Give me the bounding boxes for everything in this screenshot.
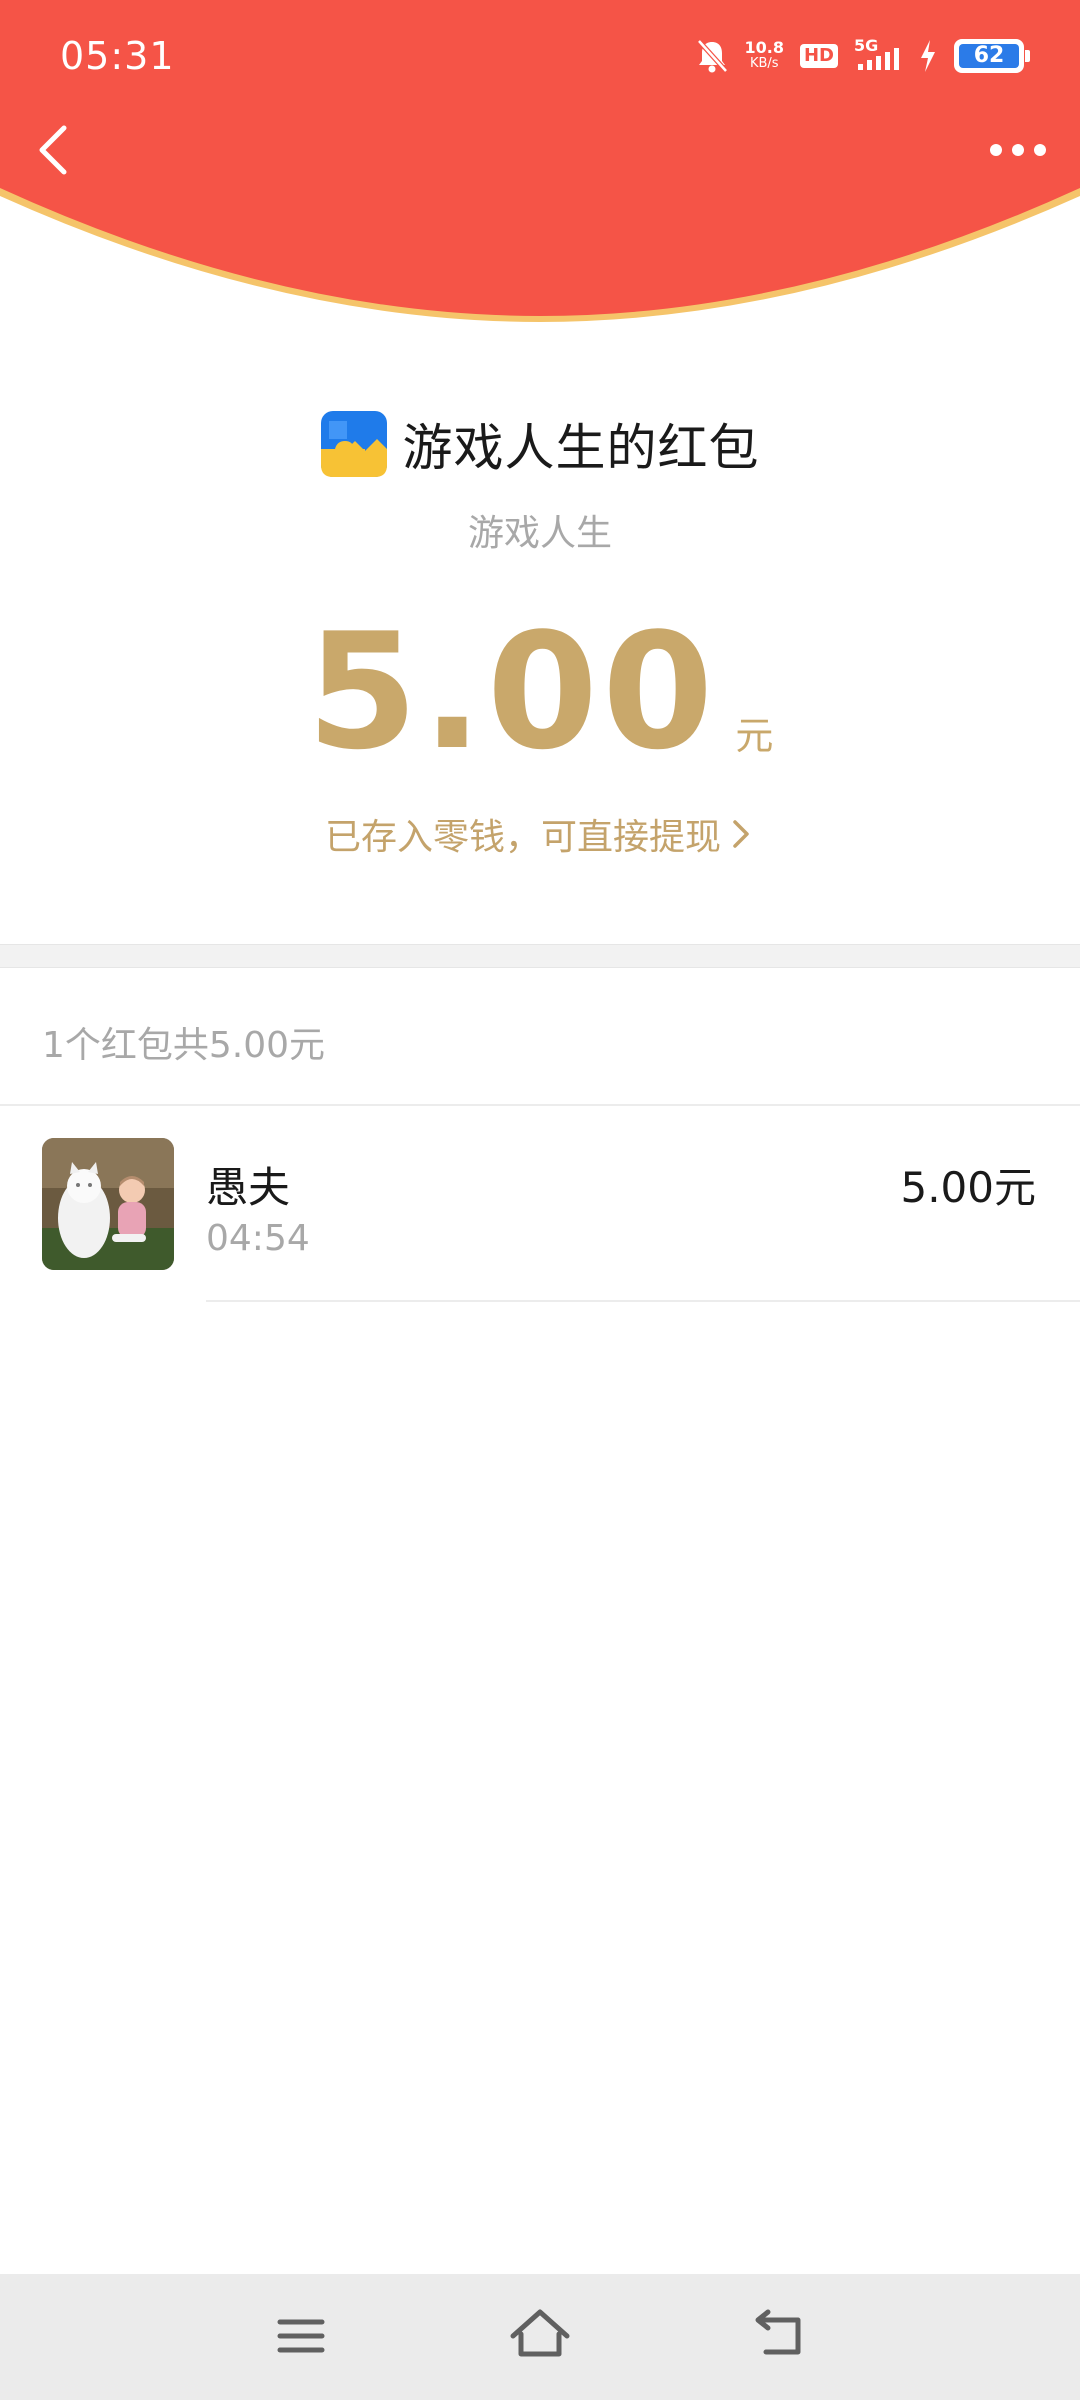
status-time: 05:31 bbox=[60, 34, 175, 78]
back-arrow-icon bbox=[39, 125, 67, 175]
network-speed: 10.8 KB/s bbox=[745, 40, 784, 72]
network-speed-value: 10.8 bbox=[744, 38, 784, 57]
status-icons: 10.8 KB/s HD 5G 62 bbox=[695, 36, 1030, 76]
amount-unit: 元 bbox=[735, 714, 774, 758]
battery-level: 62 bbox=[959, 44, 1019, 68]
avatar[interactable] bbox=[42, 1138, 174, 1270]
record-time: 04:54 bbox=[206, 1218, 310, 1259]
menu-lines-icon bbox=[277, 2319, 325, 2353]
header-banner: 05:31 10.8 KB/s HD 5G 62 bbox=[0, 0, 1080, 340]
amount-row: 5.00 元 bbox=[0, 612, 1080, 772]
signal-label: 5G bbox=[854, 36, 879, 55]
amount-value: 5.00 bbox=[306, 598, 718, 785]
envelope-title-row: 游戏人生的红包 bbox=[0, 408, 1080, 480]
more-dots-icon bbox=[990, 144, 1046, 156]
divider bbox=[206, 1300, 1080, 1302]
nav-menu-button[interactable] bbox=[266, 2304, 336, 2368]
charging-bolt-icon bbox=[921, 40, 935, 72]
signal-strength: 5G bbox=[854, 36, 902, 74]
battery-tip bbox=[1025, 50, 1030, 62]
list-item[interactable]: 愚夫 04:54 5.00元 bbox=[0, 1106, 1080, 1302]
home-icon bbox=[510, 2309, 570, 2357]
stored-to-change-link[interactable]: 已存入零钱，可直接提现 bbox=[0, 808, 1080, 860]
network-speed-unit: KB/s bbox=[749, 56, 779, 71]
puzzle-app-icon bbox=[320, 411, 387, 477]
hd-badge: HD bbox=[799, 44, 838, 68]
mute-bell-icon bbox=[696, 39, 728, 73]
return-icon bbox=[755, 2309, 801, 2355]
record-summary: 1个红包共5.00元 bbox=[42, 1025, 326, 1066]
record-amount: 5.00元 bbox=[900, 1163, 1036, 1212]
battery-indicator: 62 bbox=[954, 39, 1030, 73]
envelope-title: 游戏人生的红包 bbox=[402, 419, 760, 477]
stored-to-change-text: 已存入零钱，可直接提现 bbox=[324, 817, 721, 858]
system-nav-bar bbox=[0, 2274, 1080, 2400]
more-options-button[interactable] bbox=[982, 126, 1054, 174]
nav-home-button[interactable] bbox=[505, 2304, 575, 2368]
section-divider bbox=[0, 944, 1080, 968]
sender-name: 游戏人生 bbox=[467, 513, 612, 554]
record-name: 愚夫 bbox=[206, 1163, 291, 1212]
back-button[interactable] bbox=[26, 118, 82, 182]
chevron-right-icon bbox=[733, 820, 749, 848]
nav-back-button[interactable] bbox=[746, 2304, 816, 2368]
avatar-image bbox=[42, 1138, 174, 1270]
